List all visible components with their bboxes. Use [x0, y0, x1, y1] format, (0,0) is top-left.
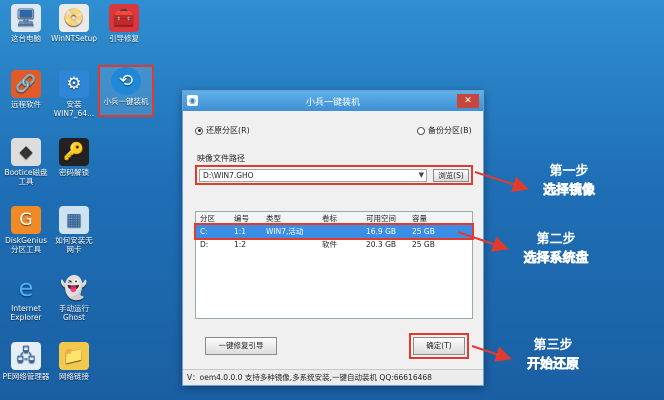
column-header: 分区 — [200, 214, 215, 223]
ok-button-highlight: 确定(T) — [409, 333, 469, 359]
image-path-highlight: D:\WIN7.GHO ▼ 浏览(S) — [195, 165, 473, 185]
status-bar: V：oem4.0.0.0 支持多种镜像,多系统安装,一键自动装机 QQ:6661… — [183, 369, 483, 385]
icon-label: 如何安装无 网卡 — [55, 236, 93, 254]
install-icon: ⚙ — [59, 70, 89, 98]
desktop-icon-bootice[interactable]: ◆ Bootice磁盘 工具 — [2, 138, 50, 186]
desktop-icon-this-pc[interactable]: 🖥 这台电脑 — [2, 4, 50, 43]
toolbox-icon: 🧰 — [109, 4, 139, 32]
xiaobing-icon: ⟲ — [111, 67, 141, 95]
radio-restore-label: 还原分区(R) — [206, 126, 250, 135]
icon-label: WinNTSetup — [50, 34, 98, 43]
desktop-icon-network-link[interactable]: 📁 网络链接 — [50, 342, 98, 381]
step3-title: 第三步 — [533, 338, 573, 353]
radio-restore[interactable]: 还原分区(R) — [195, 125, 250, 136]
table-row[interactable]: C: 1:1 WIN7,活动 16.9 GB 25 GB — [194, 223, 474, 240]
browse-button[interactable]: 浏览(S) — [433, 169, 469, 182]
ok-button[interactable]: 确定(T) — [413, 337, 465, 355]
icon-label: 密码解锁 — [59, 168, 89, 177]
computer-icon: 🖥 — [11, 4, 41, 32]
table-header: 分区 编号 类型 卷标 可用空间 容量 — [196, 212, 472, 225]
column-header: 可用空间 — [366, 214, 396, 223]
step1-text: 选择镜像 — [542, 183, 596, 199]
icon-label: 网络链接 — [59, 372, 89, 381]
repair-boot-button[interactable]: 一键修复引导 — [205, 337, 277, 355]
desktop-icon-remote[interactable]: 🔗 远程软件 — [2, 70, 50, 109]
desktop-icon-xiaobing[interactable]: ⟲ 小兵一键装机 — [98, 65, 154, 117]
window-title: 小兵一键装机 — [305, 97, 360, 108]
icon-label: 远程软件 — [11, 100, 41, 109]
icon-label: Internet Explorer — [10, 304, 42, 322]
cell-type: WIN7,活动 — [266, 227, 304, 236]
ie-icon: e — [18, 273, 34, 302]
annotation-step3: 第三步 开始还原 — [508, 334, 598, 372]
column-header: 卷标 — [322, 214, 337, 223]
desktop-icon-ghost[interactable]: 👻 手动运行 Ghost — [50, 274, 98, 322]
icon-label: PE网络管理器 — [2, 372, 50, 381]
chevron-down-icon[interactable]: ▼ — [419, 170, 424, 181]
desktop-icon-password-unlock[interactable]: 🔑 密码解锁 — [50, 138, 98, 177]
desktop-icon-boot-repair[interactable]: 🧰 引导修复 — [100, 4, 148, 43]
cell-free: 20.3 GB — [366, 240, 397, 249]
table-row[interactable]: D: 1:2 软件 20.3 GB 25 GB — [196, 238, 472, 251]
image-path-label: 映像文件路径 — [197, 154, 245, 163]
diskgenius-icon: G — [11, 206, 41, 234]
remote-icon: 🔗 — [11, 70, 41, 98]
cell-capacity: 25 GB — [412, 227, 435, 236]
cell-capacity: 25 GB — [412, 240, 435, 249]
step3-text: 开始还原 — [526, 357, 580, 373]
icon-label: Bootice磁盘 工具 — [4, 168, 48, 186]
desktop-icons: 🖥 这台电脑 📀 WinNTSetup 🧰 引导修复 🔗 远程软件 ⚙ 安装 W… — [0, 0, 154, 400]
radio-dot[interactable] — [195, 126, 203, 135]
icon-label: 小兵一键装机 — [103, 97, 149, 106]
installer-window: ◉ 小兵一键装机 ✕ 还原分区(R) 备份分区(B) 映像文件路径 D:\WIN… — [182, 90, 484, 386]
icon-label: 手动运行 Ghost — [59, 304, 89, 322]
cell-partition: C: — [200, 227, 208, 236]
annotation-step2: 第二步 选择系统盘 — [506, 228, 606, 266]
desktop-icon-install-win7[interactable]: ⚙ 安装 WIN7_64... — [50, 70, 98, 118]
cell-partition: D: — [200, 240, 209, 249]
step2-text: 选择系统盘 — [523, 251, 589, 267]
cell-free: 16.9 GB — [366, 227, 397, 236]
close-button[interactable]: ✕ — [457, 94, 479, 108]
column-header: 容量 — [412, 214, 427, 223]
desktop-icon-how-to-install[interactable]: ▦ 如何安装无 网卡 — [50, 206, 98, 254]
radio-backup[interactable]: 备份分区(B) — [417, 125, 472, 136]
radio-dot[interactable] — [417, 126, 425, 135]
annotation-step1: 第一步 选择镜像 — [524, 160, 614, 198]
key-icon: 🔑 — [59, 138, 89, 166]
image-path-value: D:\WIN7.GHO — [203, 171, 254, 180]
icon-label: DiskGenius 分区工具 — [4, 236, 48, 254]
desktop-icon-winntsetup[interactable]: 📀 WinNTSetup — [50, 4, 98, 43]
desktop-icon-diskgenius[interactable]: G DiskGenius 分区工具 — [2, 206, 50, 254]
folder-icon: 📁 — [59, 342, 89, 370]
title-bar[interactable]: ◉ 小兵一键装机 ✕ — [183, 91, 483, 111]
setup-icon: 📀 — [59, 4, 89, 32]
cell-label: 软件 — [322, 240, 337, 249]
screenshot-icon: ▦ — [59, 206, 89, 234]
step2-title: 第二步 — [536, 232, 576, 247]
column-header: 编号 — [234, 214, 249, 223]
radio-backup-label: 备份分区(B) — [428, 126, 472, 135]
icon-label: 引导修复 — [109, 34, 139, 43]
ghost-icon: 👻 — [60, 275, 88, 301]
image-path-input[interactable]: D:\WIN7.GHO ▼ — [199, 169, 427, 182]
icon-label: 这台电脑 — [11, 34, 41, 43]
icon-label: 安装 WIN7_64... — [53, 100, 95, 118]
cell-number: 1:1 — [234, 227, 247, 236]
app-icon: ◉ — [187, 95, 198, 106]
desktop-icon-internet-explorer[interactable]: e Internet Explorer — [2, 273, 50, 323]
step1-title: 第一步 — [549, 164, 589, 179]
partition-table: 分区 编号 类型 卷标 可用空间 容量 C: 1:1 WIN7,活动 16.9 … — [194, 211, 474, 319]
network-icon: 🖧 — [11, 342, 41, 370]
bootice-icon: ◆ — [11, 138, 41, 166]
cell-number: 1:2 — [234, 240, 247, 249]
desktop-icon-pe-network[interactable]: 🖧 PE网络管理器 — [2, 342, 50, 381]
column-header: 类型 — [266, 214, 281, 223]
